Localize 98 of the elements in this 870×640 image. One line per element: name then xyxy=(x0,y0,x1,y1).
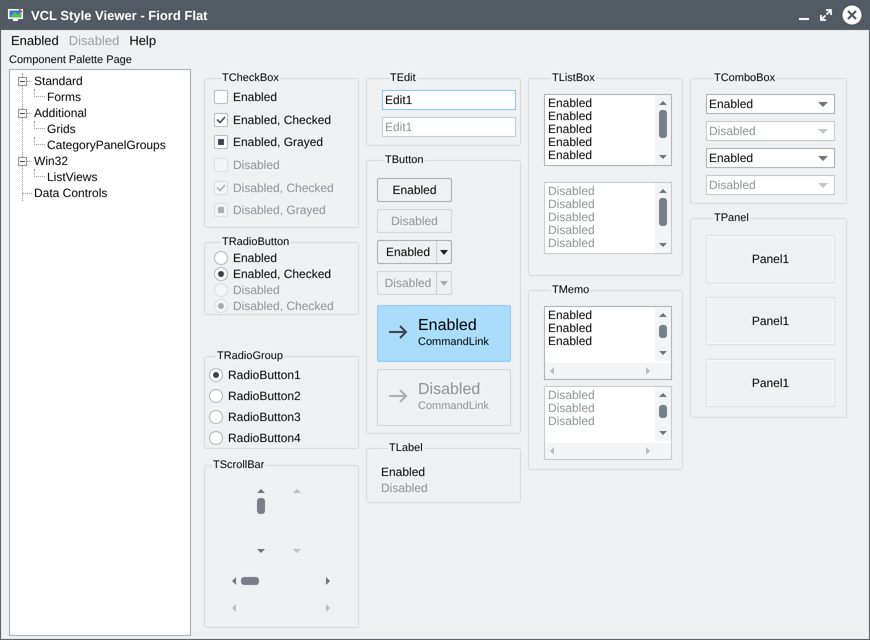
caret-icon xyxy=(440,250,448,254)
scroll-up-arrow-icon[interactable] xyxy=(659,100,667,106)
radio-label: RadioButton2 xyxy=(228,388,301,402)
radio-label: RadioButton3 xyxy=(228,410,301,424)
memo-line: Enabled xyxy=(548,322,594,335)
group-title: TPanel xyxy=(713,212,750,225)
tree-item[interactable]: Data Controls xyxy=(33,186,108,200)
radio-label: Enabled xyxy=(233,251,278,265)
tree-item[interactable]: ListViews xyxy=(46,170,98,184)
panel: Panel1 xyxy=(706,297,835,345)
radio-button[interactable] xyxy=(209,368,223,382)
scroll-right-arrow-icon[interactable] xyxy=(325,577,331,585)
tree-item[interactable]: Grids xyxy=(46,122,77,136)
caret-icon xyxy=(818,156,828,160)
scroll-down-arrow-icon[interactable] xyxy=(257,548,265,554)
group-title: TScrollBar xyxy=(212,459,266,472)
checkbox-label: Disabled, Grayed xyxy=(233,203,326,218)
list-item[interactable]: Enabled xyxy=(548,110,652,123)
input-field[interactable]: Edit1 xyxy=(382,90,516,110)
list-item[interactable]: Enabled xyxy=(548,123,652,136)
caret-icon xyxy=(818,128,828,134)
panel: Panel1 xyxy=(706,359,835,407)
list-box[interactable]: Enabled Enabled Enabled Enabled Enabled xyxy=(544,94,672,166)
radio-label: Enabled, Checked xyxy=(233,267,332,281)
radio-button[interactable] xyxy=(214,267,228,281)
combo-box[interactable]: Enabled xyxy=(706,148,835,168)
scroll-thumb[interactable] xyxy=(659,325,667,338)
caret-icon xyxy=(818,102,828,106)
group-title: TComboBox xyxy=(713,72,776,85)
scroll-thumb[interactable] xyxy=(241,577,259,585)
memo-line: Disabled xyxy=(548,415,596,428)
combo-box[interactable]: Enabled xyxy=(706,94,835,114)
scroll-thumb[interactable] xyxy=(257,498,265,514)
vertical-scrollbar[interactable] xyxy=(655,307,671,361)
panel: Panel1 xyxy=(706,235,835,283)
tree-item[interactable]: Forms xyxy=(46,90,82,104)
memo-line: Disabled xyxy=(548,402,596,415)
radio-label: Disabled xyxy=(233,283,280,297)
checkbox-label: Enabled xyxy=(233,90,278,104)
menu-item[interactable]: Enabled xyxy=(6,32,64,48)
caret-icon xyxy=(818,182,828,188)
label-text: Disabled xyxy=(381,481,428,495)
group-title: TCheckBox xyxy=(221,72,280,85)
arrow-icon xyxy=(388,324,408,338)
vertical-scrollbar[interactable] xyxy=(655,95,671,165)
group-title: TRadioButton xyxy=(221,236,290,249)
checkbox[interactable] xyxy=(214,112,228,127)
group-title: TEdit xyxy=(389,72,417,85)
app-icon xyxy=(7,8,24,22)
radio-button[interactable] xyxy=(209,388,223,402)
label-text: Enabled xyxy=(381,465,426,479)
menu-item[interactable]: Help xyxy=(124,32,162,48)
list-item[interactable]: Enabled xyxy=(548,97,652,110)
maximize-icon[interactable] xyxy=(820,9,832,21)
radio-button[interactable] xyxy=(209,430,223,444)
group-title: TButton xyxy=(384,154,425,167)
scroll-up-arrow-icon[interactable] xyxy=(257,488,265,494)
memo-line: Disabled xyxy=(548,389,596,402)
tree-item[interactable]: Win32 xyxy=(33,154,70,168)
memo-field[interactable]: Enabled Enabled Enabled xyxy=(544,306,672,380)
scroll-down-arrow-icon[interactable] xyxy=(659,154,667,160)
collapse-icon[interactable] xyxy=(18,76,27,86)
arrow-icon xyxy=(388,388,408,402)
tree-item[interactable]: CategoryPanelGroups xyxy=(46,138,167,152)
scroll-left-arrow-icon[interactable] xyxy=(231,577,237,585)
caret-icon xyxy=(440,280,448,286)
memo-line: Enabled xyxy=(548,335,594,348)
collapse-icon[interactable] xyxy=(18,108,27,118)
collapse-icon[interactable] xyxy=(18,156,27,166)
radio-button[interactable] xyxy=(209,410,223,424)
checkbox[interactable] xyxy=(214,90,228,104)
radio-label: RadioButton4 xyxy=(228,430,301,444)
group-title: TLabel xyxy=(388,442,424,455)
memo-line: Enabled xyxy=(548,309,594,322)
tree-item[interactable]: Additional xyxy=(33,106,88,120)
checkbox-label: Enabled, Checked xyxy=(233,112,332,127)
push-button[interactable]: Enabled xyxy=(377,178,452,202)
group-title: TRadioGroup xyxy=(216,350,284,363)
list-item[interactable]: Enabled xyxy=(548,149,652,162)
checkbox-label: Disabled, Checked xyxy=(233,180,334,195)
scroll-down-arrow-icon[interactable] xyxy=(659,350,667,356)
tree-item[interactable]: Standard xyxy=(33,74,84,88)
command-link[interactable]: Enabled CommandLink xyxy=(377,305,511,362)
group-title: TListBox xyxy=(551,72,596,85)
radio-label: Disabled, Checked xyxy=(233,299,334,313)
scroll-up-arrow-icon[interactable] xyxy=(659,312,667,318)
checkbox-label: Enabled, Grayed xyxy=(233,135,324,150)
group-title: TMemo xyxy=(551,284,590,297)
tree-caption: Component Palette Page xyxy=(8,53,133,68)
radio-label: RadioButton1 xyxy=(228,368,301,382)
list-item[interactable]: Enabled xyxy=(548,136,652,149)
checkbox[interactable] xyxy=(214,135,228,150)
close-icon[interactable] xyxy=(842,5,862,25)
split-button[interactable]: Enabled xyxy=(377,240,452,264)
scroll-thumb[interactable] xyxy=(659,110,667,138)
checkbox-label: Disabled xyxy=(233,158,280,172)
window-title: VCL Style Viewer - Fiord Flat xyxy=(31,8,209,22)
radio-button[interactable] xyxy=(214,251,228,265)
